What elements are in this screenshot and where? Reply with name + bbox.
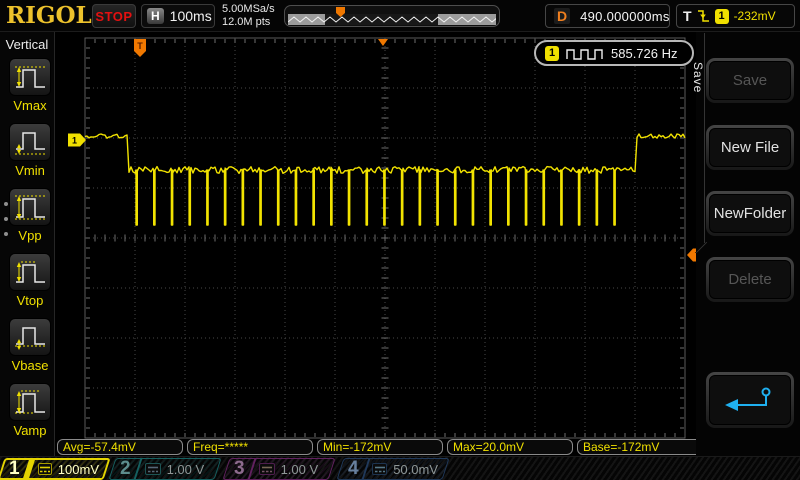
new-folder-button[interactable]: NewFolder xyxy=(706,191,794,236)
frequency-counter: 1 585.726 Hz xyxy=(534,40,694,66)
trigger-box: T 1 -232mV xyxy=(676,4,795,28)
menu-item-label: Vpp xyxy=(18,228,42,243)
measurement-max: Max=20.0mV xyxy=(447,439,573,455)
vpp-icon xyxy=(9,188,51,226)
square-wave-icon xyxy=(566,48,603,60)
menu-item-vtop[interactable]: Vtop xyxy=(9,253,51,308)
dc-coupling-icon xyxy=(144,463,161,475)
vmin-icon xyxy=(9,123,51,161)
memory-waveform-squiggle xyxy=(288,16,496,23)
svg-text:T: T xyxy=(137,41,143,51)
falling-edge-icon xyxy=(697,10,709,22)
delay-box: D 490.000000ms xyxy=(545,4,670,28)
channel-scale: 1.00 V xyxy=(166,461,205,477)
oscilloscope-screen: RIGOL STOP H 100ms 5.00MSa/s 12.0M pts D… xyxy=(0,0,800,480)
vtop-icon xyxy=(9,253,51,291)
measurement-base: Base=-172mV xyxy=(577,439,703,455)
measurement-avg: Avg=-57.4mV xyxy=(57,439,183,455)
menu-item-vamp[interactable]: Vamp xyxy=(9,383,51,438)
menu-item-label: Vamp xyxy=(13,423,47,438)
menu-item-label: Vmin xyxy=(15,163,45,178)
save-button[interactable]: Save xyxy=(706,58,794,103)
dc-coupling-icon xyxy=(258,463,275,475)
counter-value: 585.726 Hz xyxy=(611,45,678,61)
h-label: H xyxy=(147,8,164,24)
channel-scale: 100mV xyxy=(57,461,99,477)
menu-item-vpp[interactable]: Vpp xyxy=(9,188,51,243)
menu-item-label: Vbase xyxy=(11,358,49,373)
channel-number: 4 xyxy=(348,458,359,479)
channel-number: 2 xyxy=(120,458,131,479)
menu-item-vmax[interactable]: Vmax xyxy=(9,58,51,113)
scope-display: TT1 xyxy=(68,37,705,439)
return-arrow-icon xyxy=(725,387,771,411)
memory-band xyxy=(288,14,496,25)
channel-scale: 50.0mV xyxy=(393,461,438,477)
svg-text:1: 1 xyxy=(72,136,77,146)
delay-position-indicator xyxy=(378,39,388,46)
trigger-level-value: -232mV xyxy=(733,9,776,23)
menu-item-label: Vtop xyxy=(16,293,44,308)
run-state-indicator: STOP xyxy=(92,4,136,28)
menu-tab-save: Save xyxy=(691,62,705,94)
delay-value: 490.000000ms xyxy=(580,8,670,24)
channel-3-status[interactable]: 3 1.00 V xyxy=(222,458,336,480)
sample-rate: 5.00MSa/s xyxy=(222,3,275,15)
measurement-min: Min=-172mV xyxy=(317,439,443,455)
menu-item-vbase[interactable]: Vbase xyxy=(9,318,51,373)
waveform-memory-thumbnail xyxy=(284,5,500,27)
counter-source-badge: 1 xyxy=(545,45,559,61)
timebase-value: 100ms xyxy=(169,8,212,24)
delete-button[interactable]: Delete xyxy=(706,257,794,302)
vamp-icon xyxy=(9,383,51,421)
channel-2-status[interactable]: 2 1.00 V xyxy=(108,458,222,480)
trigger-position-mini-flag xyxy=(336,7,346,17)
new-file-button[interactable]: New File xyxy=(706,125,794,170)
dc-coupling-icon xyxy=(37,463,52,475)
rigol-logo: RIGOL xyxy=(6,2,92,29)
divider xyxy=(361,458,370,480)
measurement-freq: Freq=***** xyxy=(187,439,313,455)
divider xyxy=(247,458,257,480)
return-button[interactable] xyxy=(706,372,794,428)
vbase-icon xyxy=(9,318,51,356)
channel-status-bar: 1 100mV 2 1.00 V 3 1.00 V 4 50.0mV xyxy=(0,456,800,480)
vmax-icon xyxy=(9,58,51,96)
channel-scale: 1.00 V xyxy=(280,461,319,477)
left-menu-title: Vertical xyxy=(5,37,49,52)
dc-coupling-icon xyxy=(372,463,388,475)
channel-4-status[interactable]: 4 50.0mV xyxy=(336,458,450,480)
trigger-source-badge: 1 xyxy=(714,8,729,24)
left-measure-menu: Vertical Vmax Vmin Vpp Vtop Vbase Vamp xyxy=(0,32,55,456)
channel-number: 1 xyxy=(9,458,20,479)
menu-page-dots xyxy=(4,202,8,236)
sample-rate-block: 5.00MSa/s 12.0M pts xyxy=(222,3,275,29)
channel-1-status[interactable]: 1 100mV xyxy=(0,458,111,480)
channel-number: 3 xyxy=(234,458,245,479)
top-status-bar: RIGOL STOP H 100ms 5.00MSa/s 12.0M pts D… xyxy=(0,0,800,32)
trigger-label: T xyxy=(683,8,692,24)
menu-divider xyxy=(704,33,705,243)
menu-item-label: Vmax xyxy=(13,98,47,113)
horizontal-timebase-box: H 100ms xyxy=(141,4,215,28)
divider xyxy=(22,458,36,480)
delay-label: D xyxy=(554,8,571,24)
memory-depth: 12.0M pts xyxy=(222,16,271,28)
menu-item-vmin[interactable]: Vmin xyxy=(9,123,51,178)
divider xyxy=(133,458,143,480)
